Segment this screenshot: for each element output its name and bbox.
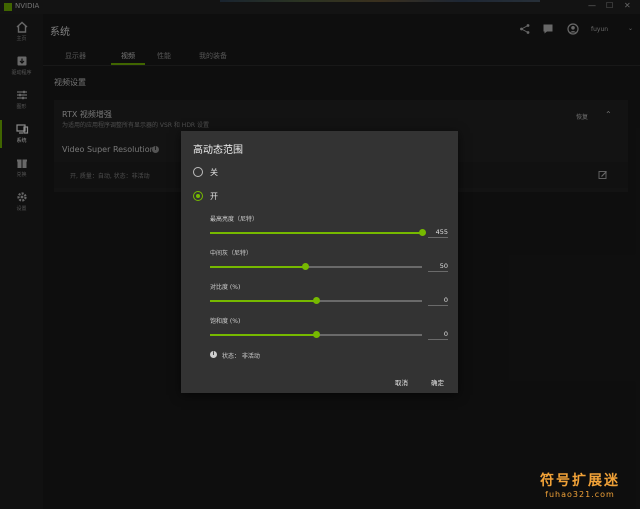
slider-fill [210,232,422,234]
hdr-dialog: 高动态范围 关 开 最高亮度（尼特） 455 中间灰（尼特） 50 对比度 (%… [181,131,458,393]
watermark-en: fuhao321.com [545,490,615,499]
slider-label-middle-gray: 中间灰（尼特） [210,250,253,257]
slider-contrast[interactable] [210,297,422,304]
slider-label-saturation: 饱和度 (%) [210,318,241,325]
slider-thumb[interactable] [302,263,310,270]
slider-peak-brightness[interactable] [210,229,426,236]
slider-fill [210,334,316,336]
radio-off-label[interactable]: 关 [210,167,218,178]
slider-saturation[interactable] [210,331,422,338]
dialog-title: 高动态范围 [193,145,243,156]
slider-middle-gray[interactable] [210,263,422,270]
slider-thumb[interactable] [419,229,426,236]
watermark-cn: 符号扩展迷 [540,473,620,489]
contrast-value[interactable]: 0 [428,296,448,306]
cancel-button[interactable]: 取消 [395,377,408,387]
middle-gray-value[interactable]: 50 [428,262,448,272]
saturation-value[interactable]: 0 [428,330,448,340]
radio-off[interactable] [193,167,203,177]
confirm-button[interactable]: 确定 [431,377,444,387]
radio-on[interactable] [193,191,203,201]
slider-label-contrast: 对比度 (%) [210,284,241,291]
watermark: 符号扩展迷 fuhao321.com [530,470,630,499]
peak-brightness-value[interactable]: 455 [428,228,448,238]
slider-fill [210,300,316,302]
info-icon: i [210,351,217,358]
radio-on-label[interactable]: 开 [210,191,218,202]
slider-thumb[interactable] [313,297,320,304]
slider-fill [210,266,306,268]
slider-label-peak-brightness: 最高亮度（尼特） [210,216,259,223]
slider-thumb[interactable] [313,331,320,338]
hdr-status: 状态： 非活动 [222,353,260,360]
